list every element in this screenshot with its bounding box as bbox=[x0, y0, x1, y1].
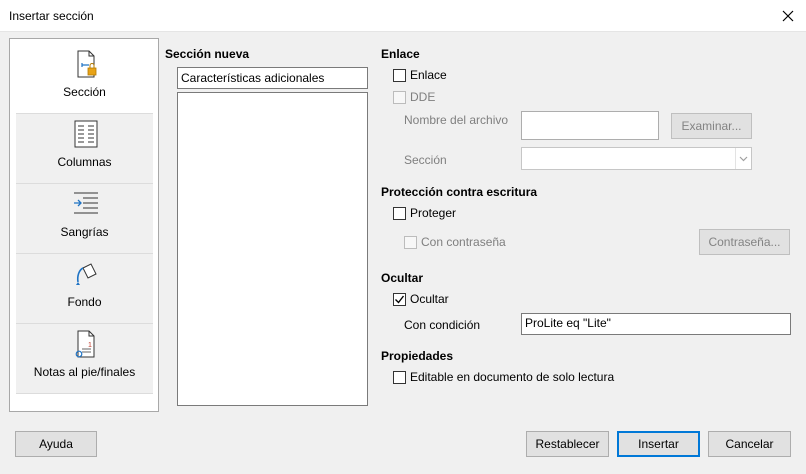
insert-button[interactable]: Insertar bbox=[617, 431, 700, 457]
chevron-down-icon bbox=[739, 156, 748, 161]
nav-item-label: Fondo bbox=[67, 295, 102, 309]
category-list: Sección Columnas Sangrías Fondo 1 Notas … bbox=[16, 44, 153, 394]
cancel-button[interactable]: Cancelar bbox=[708, 431, 791, 457]
footnotes-icon: 1 bbox=[75, 330, 95, 358]
password-checkbox-label: Con contraseña bbox=[421, 235, 506, 249]
editable-checkbox[interactable]: Editable en documento de solo lectura bbox=[393, 369, 614, 385]
section-icon bbox=[77, 50, 97, 78]
nav-item-footnotes[interactable]: 1 Notas al pie/finales bbox=[16, 324, 153, 394]
checkbox-box bbox=[393, 370, 406, 384]
nav-item-label: Notas al pie/finales bbox=[33, 365, 136, 379]
condition-label: Con condición bbox=[404, 318, 481, 332]
indents-icon bbox=[74, 192, 98, 214]
protect-checkbox-label: Proteger bbox=[410, 206, 457, 220]
background-icon bbox=[76, 263, 97, 285]
nav-item-section[interactable]: Sección bbox=[16, 44, 153, 114]
dde-checkbox[interactable]: DDE bbox=[393, 89, 435, 105]
checkbox-box bbox=[393, 292, 406, 306]
title-bar: Insertar sección bbox=[0, 0, 806, 32]
nav-item-background[interactable]: Fondo bbox=[16, 254, 153, 324]
link-checkbox-label: Enlace bbox=[410, 68, 447, 82]
browse-button[interactable]: Examinar... bbox=[671, 113, 752, 139]
nav-item-label: Sección bbox=[63, 85, 106, 99]
checkbox-box bbox=[393, 68, 406, 82]
nav-item-label: Columnas bbox=[57, 155, 112, 169]
close-icon bbox=[782, 10, 794, 22]
help-button[interactable]: Ayuda bbox=[15, 431, 97, 457]
dialog-body: Sección Columnas Sangrías Fondo 1 Notas … bbox=[0, 33, 806, 474]
password-button[interactable]: Contraseña... bbox=[699, 229, 790, 255]
section-name-input[interactable] bbox=[177, 67, 368, 89]
condition-field[interactable]: ProLite eq "Lite" bbox=[521, 313, 791, 335]
filename-field[interactable] bbox=[521, 111, 659, 140]
section-list[interactable] bbox=[177, 92, 368, 406]
protect-checkbox[interactable]: Proteger bbox=[393, 205, 456, 221]
close-button[interactable] bbox=[776, 4, 800, 28]
nav-item-indents[interactable]: Sangrías bbox=[16, 184, 153, 254]
filename-label: Nombre del archivo bbox=[404, 113, 509, 127]
checkmark-icon bbox=[395, 295, 405, 304]
svg-text:1: 1 bbox=[88, 342, 92, 349]
password-checkbox[interactable]: Con contraseña bbox=[404, 234, 506, 250]
reset-button[interactable]: Restablecer bbox=[526, 431, 609, 457]
new-section-heading: Sección nueva bbox=[165, 47, 250, 61]
dde-checkbox-label: DDE bbox=[410, 90, 436, 104]
dropdown-arrow bbox=[735, 148, 751, 169]
columns-icon bbox=[74, 120, 98, 148]
hide-checkbox-label: Ocultar bbox=[410, 292, 449, 306]
hide-checkbox[interactable]: Ocultar bbox=[393, 291, 449, 307]
checkbox-box bbox=[393, 90, 406, 104]
section-label: Sección bbox=[404, 153, 447, 167]
editable-checkbox-label: Editable en documento de solo lectura bbox=[410, 370, 615, 384]
checkbox-box bbox=[404, 235, 417, 249]
window-title: Insertar sección bbox=[9, 9, 94, 23]
checkbox-box bbox=[393, 206, 406, 220]
link-heading: Enlace bbox=[381, 47, 420, 61]
hide-heading: Ocultar bbox=[381, 271, 424, 285]
nav-item-columns[interactable]: Columnas bbox=[16, 114, 153, 184]
properties-heading: Propiedades bbox=[381, 349, 454, 363]
nav-item-label: Sangrías bbox=[60, 225, 109, 239]
section-select[interactable] bbox=[521, 147, 752, 170]
protection-heading: Protección contra escritura bbox=[381, 185, 538, 199]
category-nav: Sección Columnas Sangrías Fondo 1 Notas … bbox=[9, 38, 159, 412]
link-checkbox[interactable]: Enlace bbox=[393, 67, 447, 83]
